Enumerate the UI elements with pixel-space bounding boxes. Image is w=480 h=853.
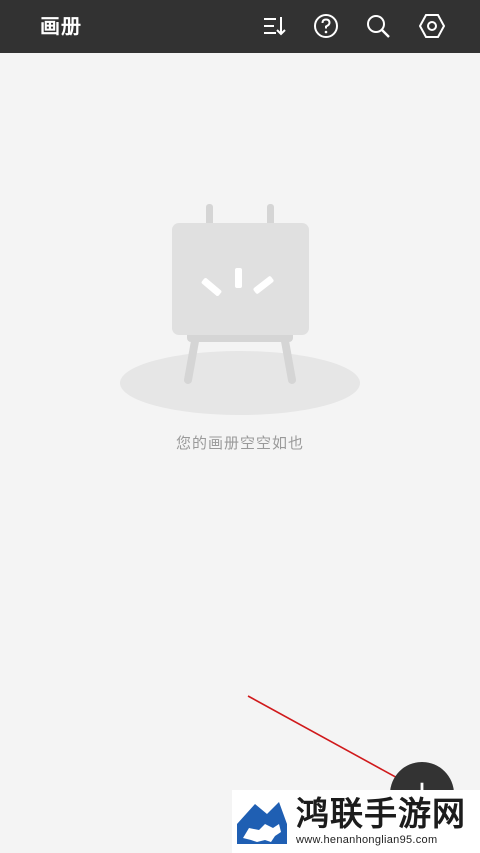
page-title: 画册: [40, 14, 82, 38]
easel-icon: [120, 204, 360, 415]
top-app-bar: 画册: [0, 0, 480, 53]
watermark-logo: [235, 794, 289, 846]
watermark-name: 鸿联手游网: [296, 794, 466, 833]
help-icon[interactable]: [313, 13, 339, 39]
watermark: 鸿联手游网 www.henanhonglian95.com: [232, 790, 480, 853]
watermark-url: www.henanhonglian95.com: [296, 834, 438, 846]
settings-icon[interactable]: [419, 13, 445, 39]
search-icon[interactable]: [365, 13, 391, 39]
empty-state-message: 您的画册空空如也: [175, 434, 304, 452]
empty-state-illustration: [115, 200, 365, 425]
sort-icon[interactable]: [261, 13, 287, 39]
annotation-arrow: [247, 695, 418, 790]
